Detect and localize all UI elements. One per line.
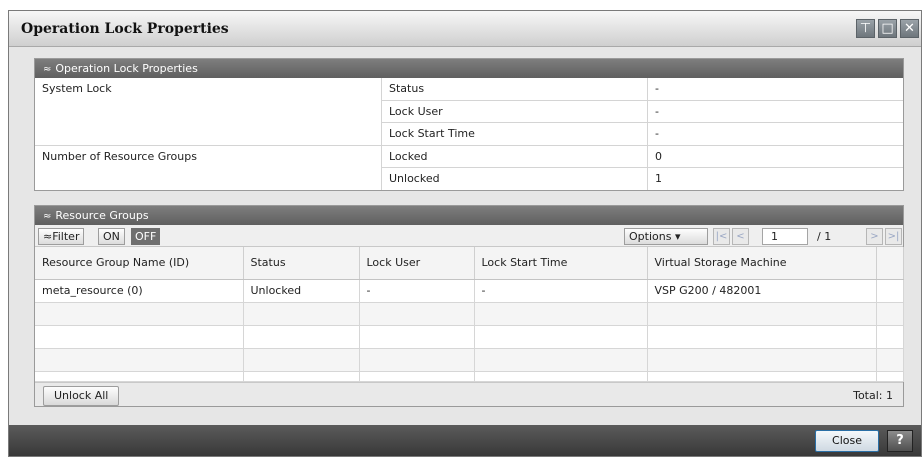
dialog-title: Operation Lock Properties <box>21 21 229 37</box>
prop-label-status: Status <box>382 78 647 101</box>
prop-value-status: - <box>648 78 903 101</box>
total-count: Total: 1 <box>853 388 893 402</box>
collapse-chevron-icon: ≈ <box>43 211 52 222</box>
title-bar: Operation Lock Properties ⊤ □ ✕ <box>9 11 921 47</box>
resource-groups-title: Resource Groups <box>55 209 149 222</box>
table-header-row: Resource Group Name (ID) Status Lock Use… <box>35 247 904 280</box>
page-total: / 1 <box>817 230 832 243</box>
table-row[interactable]: meta_resource (0) Unlocked - - VSP G200 … <box>35 279 904 303</box>
filter-chevron-icon: ≈ <box>43 230 53 243</box>
filter-button[interactable]: ≈Filter <box>38 228 85 245</box>
empty-row <box>35 371 904 382</box>
column-header-name[interactable]: Resource Group Name (ID) <box>35 247 244 280</box>
collapse-chevron-icon: ≈ <box>43 64 52 75</box>
cell-lock-start-time: - <box>474 279 648 303</box>
operation-lock-dialog: Operation Lock Properties ⊤ □ ✕ ≈ Operati… <box>8 10 922 457</box>
prev-page-icon[interactable]: < <box>732 228 749 245</box>
last-page-icon[interactable]: >| <box>885 228 902 245</box>
column-header-filler <box>876 247 904 280</box>
pin-window-button[interactable]: ⊤ <box>856 19 875 38</box>
prop-label-locked: Locked <box>382 146 647 168</box>
window-controls: ⊤ □ ✕ <box>856 19 919 38</box>
close-button[interactable]: Close <box>815 430 879 452</box>
resource-groups-panel: ≈ Resource Groups ≈Filter ON OFF Options … <box>34 205 904 407</box>
cell-status: Unlocked <box>243 279 360 303</box>
operation-lock-properties-panel: ≈ Operation Lock Properties System Lock N… <box>34 58 904 191</box>
column-header-virtual-storage-machine[interactable]: Virtual Storage Machine <box>647 247 877 280</box>
dialog-footer: Close ? <box>9 425 921 456</box>
properties-grid: System Lock Number of Resource Groups St… <box>35 78 903 190</box>
resource-groups-count-label: Number of Resource Groups <box>42 150 197 163</box>
prop-label-lock-user: Lock User <box>382 101 647 123</box>
empty-row <box>35 325 904 349</box>
filter-off-toggle[interactable]: OFF <box>131 228 161 245</box>
options-button[interactable]: Options ▾ <box>624 228 708 245</box>
resource-groups-header[interactable]: ≈ Resource Groups <box>35 206 903 225</box>
column-header-lock-user[interactable]: Lock User <box>359 247 475 280</box>
resource-groups-toolbar: ≈Filter ON OFF Options ▾ |< < 1 / 1 > >| <box>35 225 903 247</box>
prop-value-lock-user: - <box>648 101 903 123</box>
column-header-lock-start-time[interactable]: Lock Start Time <box>474 247 648 280</box>
properties-panel-header[interactable]: ≈ Operation Lock Properties <box>35 59 903 78</box>
filter-on-toggle[interactable]: ON <box>98 228 125 245</box>
first-page-icon[interactable]: |< <box>713 228 730 245</box>
dropdown-arrow-icon: ▾ <box>674 230 681 243</box>
resource-groups-table: Resource Group Name (ID) Status Lock Use… <box>35 247 904 382</box>
prop-value-locked: 0 <box>648 146 903 168</box>
prop-value-lock-start-time: - <box>648 123 903 146</box>
empty-row <box>35 302 904 326</box>
close-window-button[interactable]: ✕ <box>900 19 919 38</box>
cell-virtual-storage-machine: VSP G200 / 482001 <box>647 279 877 303</box>
properties-panel-title: Operation Lock Properties <box>55 62 198 75</box>
prop-label-unlocked: Unlocked <box>389 172 440 185</box>
prop-label-lock-start-time: Lock Start Time <box>382 123 647 146</box>
page-number-input[interactable]: 1 <box>762 228 808 245</box>
system-lock-label: System Lock <box>35 78 381 146</box>
prop-value-unlocked: 1 <box>655 172 662 185</box>
next-page-icon[interactable]: > <box>866 228 883 245</box>
empty-row <box>35 348 904 372</box>
cell-name: meta_resource (0) <box>35 279 244 303</box>
maximize-window-button[interactable]: □ <box>878 19 897 38</box>
table-footer: Unlock All Total: 1 <box>35 381 903 406</box>
help-icon[interactable]: ? <box>887 430 913 452</box>
unlock-all-button[interactable]: Unlock All <box>43 385 120 406</box>
cell-lock-user: - <box>359 279 475 303</box>
column-header-status[interactable]: Status <box>243 247 360 280</box>
